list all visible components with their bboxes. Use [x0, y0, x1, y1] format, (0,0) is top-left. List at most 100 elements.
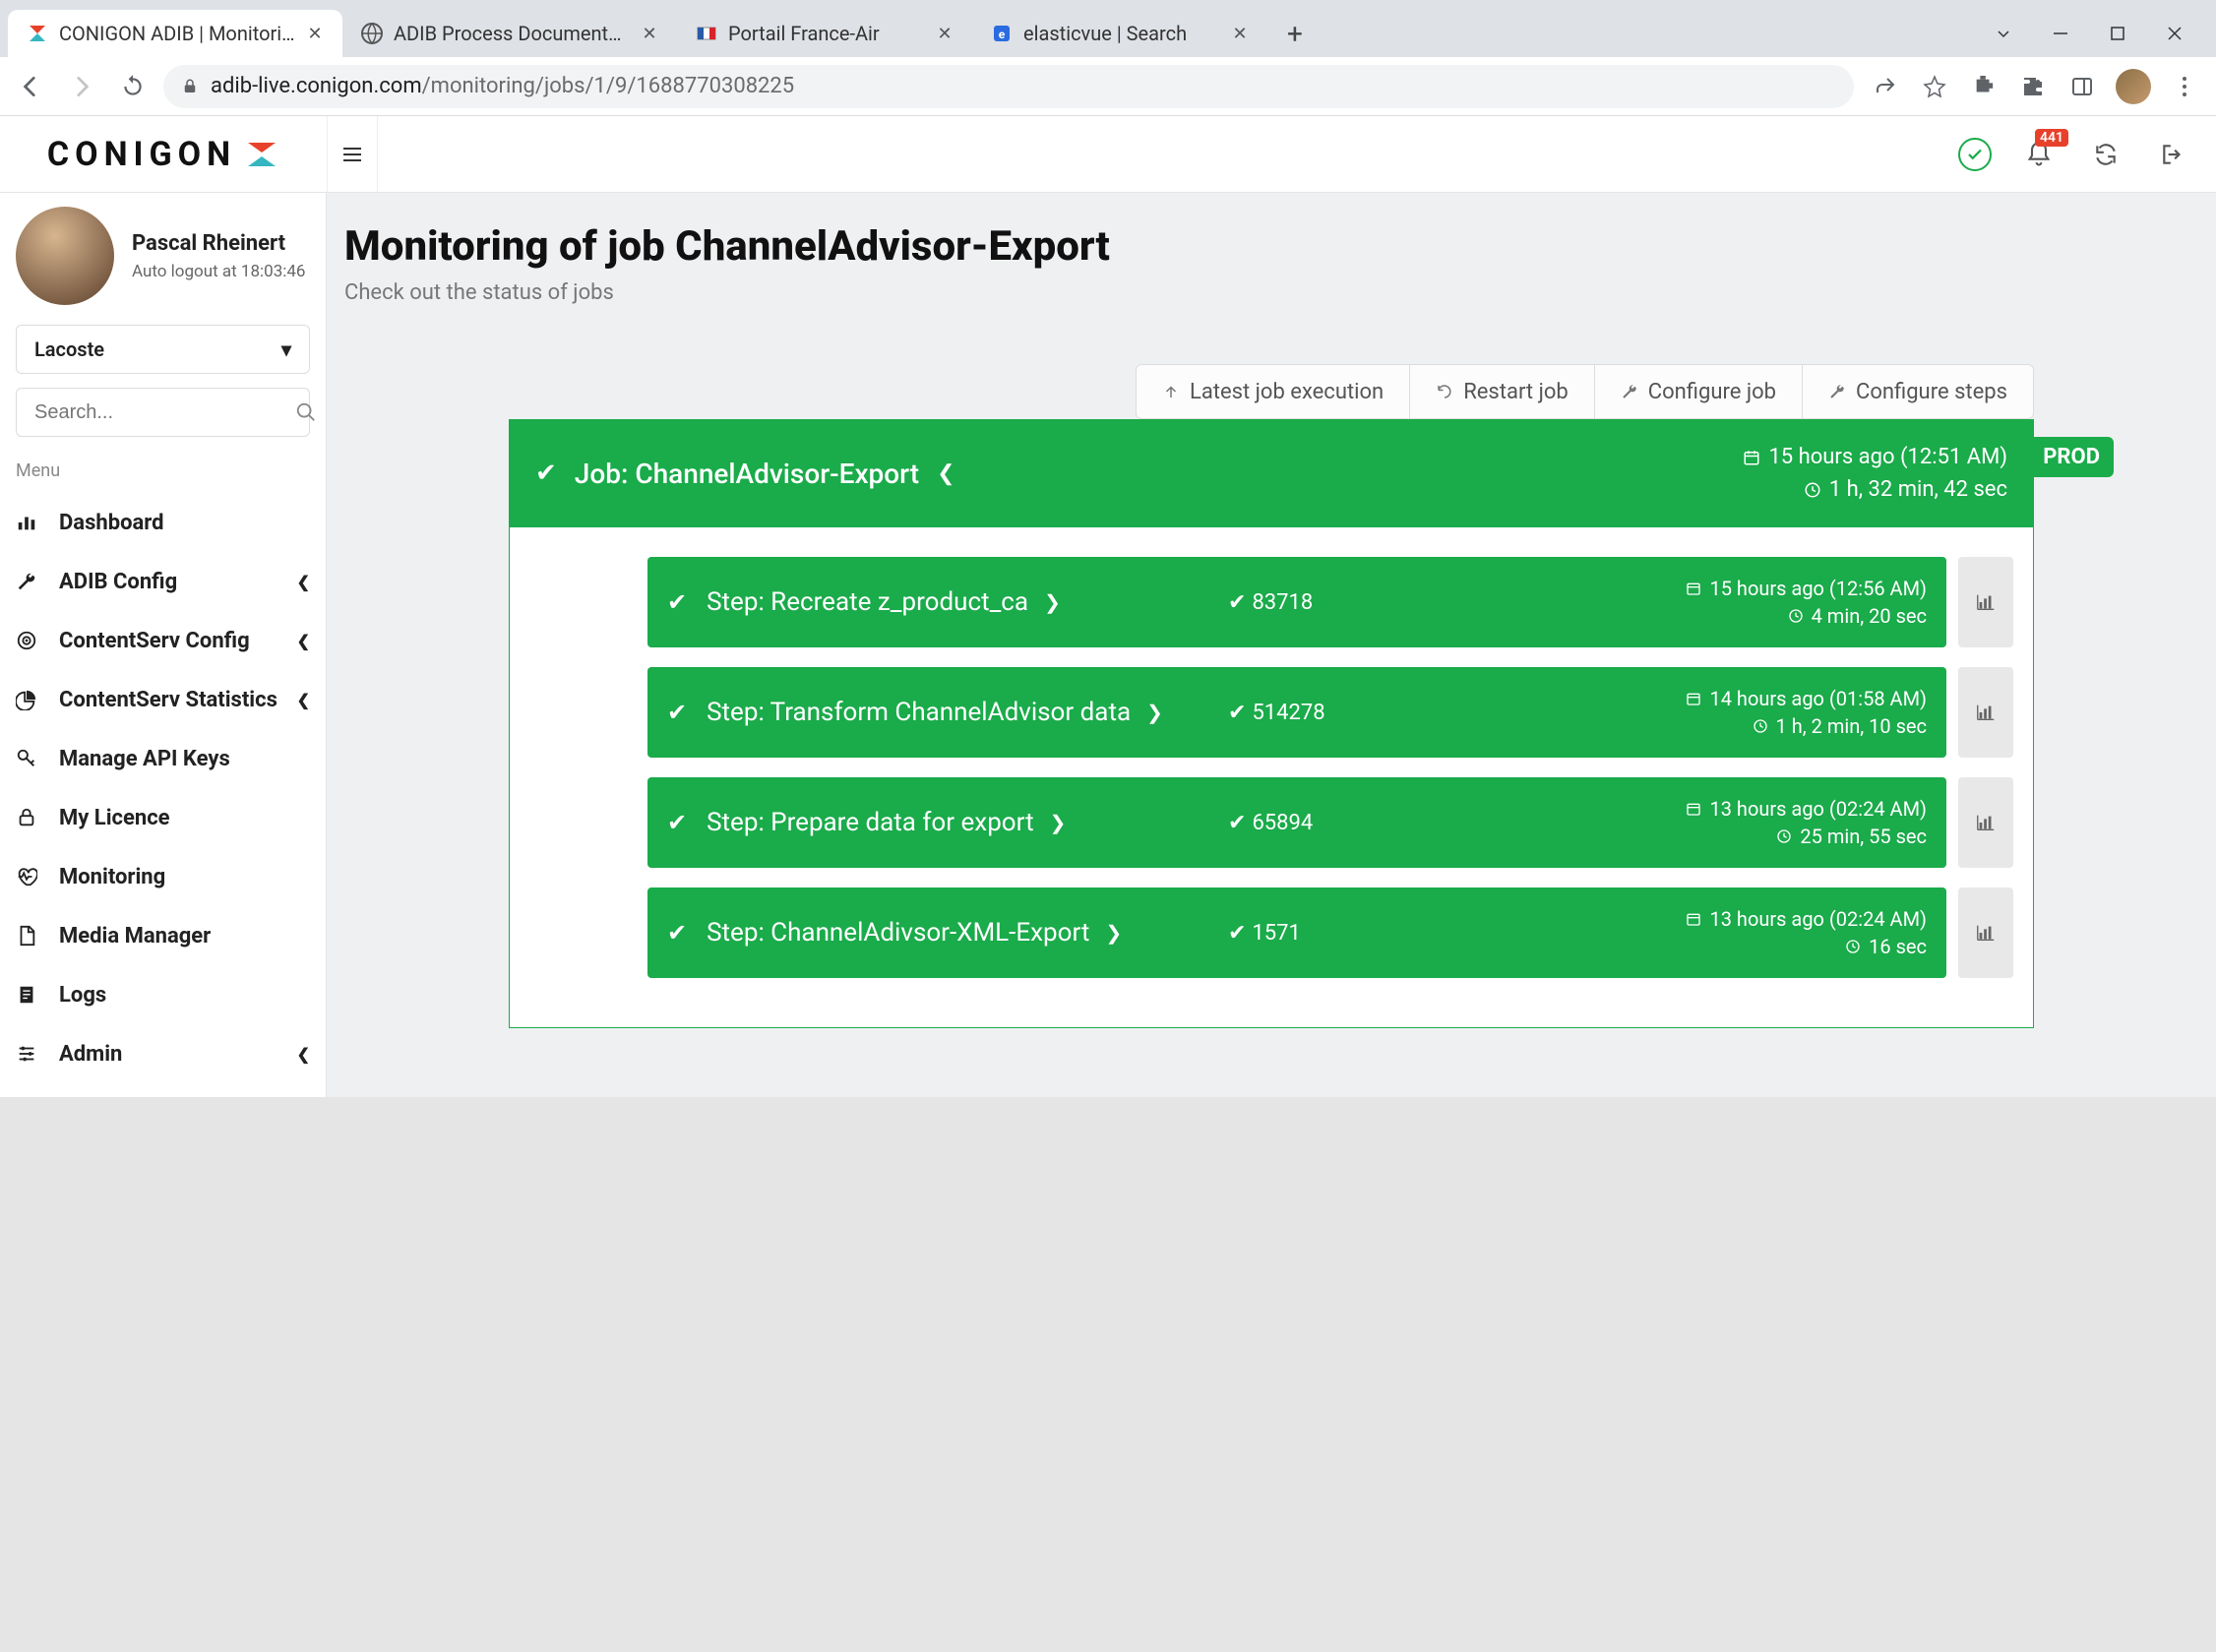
browser-tab-0[interactable]: CONIGON ADIB | Monitoring of j ✕: [8, 10, 342, 57]
btn-label: Configure steps: [1856, 380, 2007, 404]
tab-title: elasticvue | Search: [1023, 22, 1220, 45]
nav-admin[interactable]: Admin ❮: [16, 1024, 310, 1083]
nav-label: Manage API Keys: [59, 747, 230, 771]
browser-chrome: CONIGON ADIB | Monitoring of j ✕ ADIB Pr…: [0, 0, 2216, 116]
maximize-icon[interactable]: [2104, 20, 2131, 47]
notifications-button[interactable]: 441: [2019, 135, 2059, 174]
nav-dashboard[interactable]: Dashboard: [16, 493, 310, 552]
undo-icon: [1436, 383, 1453, 400]
check-icon: ✔: [667, 588, 687, 616]
new-tab-button[interactable]: +: [1277, 16, 1313, 51]
close-icon[interactable]: ✕: [640, 24, 659, 43]
check-icon: ✔: [667, 919, 687, 947]
nav-api-keys[interactable]: Manage API Keys: [16, 729, 310, 788]
kebab-menu-icon[interactable]: [2169, 71, 2200, 102]
search-input[interactable]: [34, 401, 295, 424]
step-count: ✔ 83718: [1228, 590, 1313, 615]
address-bar[interactable]: adib-live.conigon.com/monitoring/jobs/1/…: [163, 65, 1854, 108]
user-block: Pascal Rheinert Auto logout at 18:03:46: [16, 207, 310, 305]
wrench-icon: [1828, 383, 1846, 400]
forward-button[interactable]: [61, 66, 102, 107]
nav-contentserv-stats[interactable]: ContentServ Statistics ❮: [16, 670, 310, 729]
back-button[interactable]: [10, 66, 51, 107]
job-card: PROD ✔ Job: ChannelAdvisor-Export ❮ 15 h…: [509, 419, 2034, 1028]
tenant-select[interactable]: Lacoste ▾: [16, 325, 310, 374]
logo-text: CONIGON: [47, 135, 236, 174]
search-box[interactable]: [16, 388, 310, 437]
configure-steps-button[interactable]: Configure steps: [1803, 364, 2034, 419]
puzzle-icon[interactable]: [2017, 71, 2049, 102]
browser-tab-3[interactable]: e elasticvue | Search ✕: [972, 10, 1267, 57]
nav-adib-config[interactable]: ADIB Config ❮: [16, 552, 310, 611]
minimize-icon[interactable]: [2047, 20, 2074, 47]
step-bar[interactable]: ✔ Step: Recreate z_product_ca ❯ ✔ 83718 …: [647, 557, 1946, 647]
address-bar-row: adib-live.conigon.com/monitoring/jobs/1/…: [0, 57, 2216, 116]
close-window-icon[interactable]: [2161, 20, 2188, 47]
auto-logout-text: Auto logout at 18:03:46: [132, 262, 305, 281]
chevron-left-icon: ❮: [297, 691, 310, 709]
close-icon[interactable]: ✕: [935, 24, 954, 43]
user-avatar[interactable]: [16, 207, 114, 305]
key-icon: [16, 748, 41, 769]
close-icon[interactable]: ✕: [1230, 24, 1250, 43]
svg-text:e: e: [999, 28, 1006, 41]
wrench-icon: [16, 571, 41, 592]
step-row: ✔ Step: ChannelAdivsor-XML-Export ❯ ✔ 15…: [647, 887, 2013, 978]
chevron-right-icon: ❯: [1050, 811, 1067, 834]
refresh-button[interactable]: [2086, 135, 2125, 174]
btn-label: Restart job: [1463, 380, 1569, 404]
file-icon: [16, 925, 41, 947]
favicon-icon: e: [990, 22, 1014, 45]
star-icon[interactable]: [1919, 71, 1950, 102]
clock-icon: [1788, 608, 1804, 624]
step-meta: 14 hours ago (01:58 AM) 1 h, 2 min, 10 s…: [1686, 685, 1927, 740]
step-title: Step: Transform ChannelAdvisor data: [707, 698, 1131, 727]
reload-button[interactable]: [112, 66, 154, 107]
nav-logs[interactable]: Logs: [16, 965, 310, 1024]
nav-contentserv-config[interactable]: ContentServ Config ❮: [16, 611, 310, 670]
logout-button[interactable]: [2153, 135, 2192, 174]
step-row: ✔ Step: Recreate z_product_ca ❯ ✔ 83718 …: [647, 557, 2013, 647]
close-icon[interactable]: ✕: [305, 24, 325, 43]
calendar-icon: [1686, 581, 1701, 596]
latest-job-button[interactable]: Latest job execution: [1136, 364, 1410, 419]
profile-avatar[interactable]: [2116, 69, 2151, 104]
chevron-left-icon: ❮: [297, 573, 310, 591]
configure-job-button[interactable]: Configure job: [1595, 364, 1803, 419]
heart-icon: [16, 866, 41, 887]
step-chart-button[interactable]: [1958, 777, 2013, 868]
browser-tab-2[interactable]: Portail France-Air ✕: [677, 10, 972, 57]
chevron-right-icon: ❯: [1105, 921, 1122, 945]
step-meta: 15 hours ago (12:56 AM) 4 min, 20 sec: [1686, 575, 1927, 630]
chevron-down-icon[interactable]: [1990, 20, 2017, 47]
job-header[interactable]: ✔ Job: ChannelAdvisor-Export ❮ 15 hours …: [510, 419, 2033, 527]
nav-media-manager[interactable]: Media Manager: [16, 906, 310, 965]
job-title: Job: ChannelAdvisor-Export: [575, 458, 919, 490]
doc-icon: [16, 984, 41, 1006]
logo[interactable]: CONIGON: [0, 135, 327, 174]
restart-job-button[interactable]: Restart job: [1410, 364, 1595, 419]
status-success-icon[interactable]: [1958, 138, 1992, 171]
step-chart-button[interactable]: [1958, 667, 2013, 758]
nav-label: Dashboard: [59, 511, 164, 535]
step-chart-button[interactable]: [1958, 887, 2013, 978]
hamburger-toggle[interactable]: [327, 116, 378, 192]
nav-licence[interactable]: My Licence: [16, 788, 310, 847]
lock-icon: [181, 78, 199, 95]
step-bar[interactable]: ✔ Step: ChannelAdivsor-XML-Export ❯ ✔ 15…: [647, 887, 1946, 978]
browser-tab-1[interactable]: ADIB Process Documentation ✕: [342, 10, 677, 57]
clock-icon: [1804, 481, 1821, 499]
chevron-left-icon: ❮: [297, 1045, 310, 1064]
nav-monitoring[interactable]: Monitoring: [16, 847, 310, 906]
window-controls: [1990, 20, 2208, 47]
nav-label: Admin: [59, 1042, 122, 1067]
share-icon[interactable]: [1870, 71, 1901, 102]
logo-mark-icon: [244, 137, 279, 172]
chevron-left-icon: ❮: [937, 461, 954, 486]
step-chart-button[interactable]: [1958, 557, 2013, 647]
extension-icon[interactable]: [1968, 71, 2000, 102]
step-meta: 13 hours ago (02:24 AM) 25 min, 55 sec: [1686, 795, 1927, 850]
panel-icon[interactable]: [2066, 71, 2098, 102]
step-bar[interactable]: ✔ Step: Prepare data for export ❯ ✔ 6589…: [647, 777, 1946, 868]
step-bar[interactable]: ✔ Step: Transform ChannelAdvisor data ❯ …: [647, 667, 1946, 758]
